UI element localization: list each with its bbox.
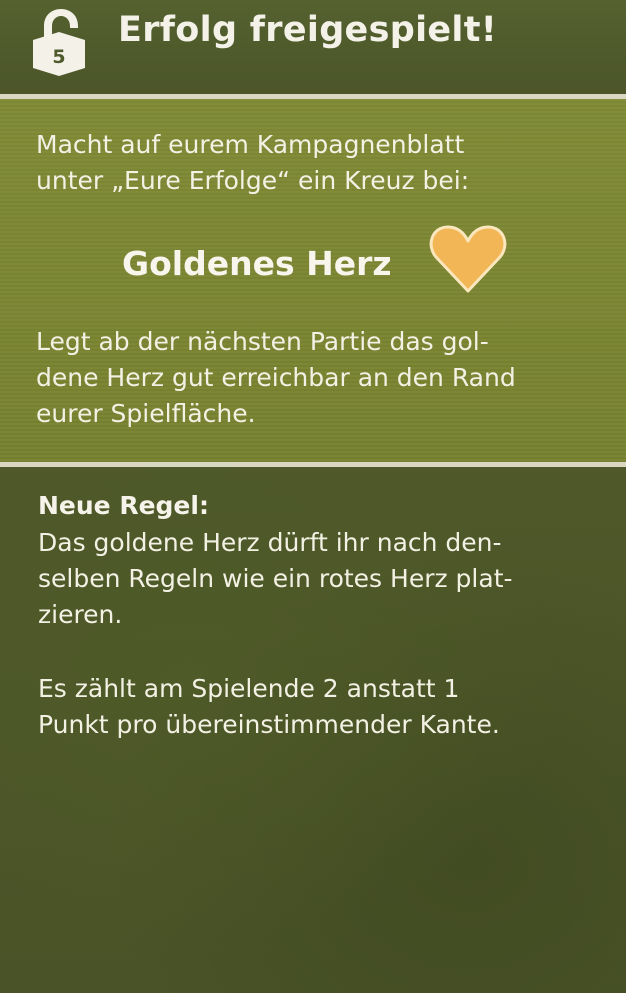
description-line: Legt ab der nächsten Partie das gol- bbox=[36, 327, 489, 356]
golden-heart-icon bbox=[428, 221, 508, 295]
new-rule-heading: Neue Regel: bbox=[38, 491, 209, 520]
achievement-description: Legt ab der nächsten Partie das gol- den… bbox=[36, 324, 596, 432]
description-line: eurer Spielfläche. bbox=[36, 399, 256, 428]
achievement-name: Goldenes Herz bbox=[122, 244, 392, 283]
rule-line: selben Regeln wie ein rotes Herz plat- bbox=[38, 564, 513, 593]
scoring-text: Es zählt am Spielende 2 anstatt 1 Punkt … bbox=[38, 671, 598, 743]
new-rule-panel: Neue Regel: Das goldene Herz dürft ihr n… bbox=[0, 467, 626, 993]
scoring-line: Punkt pro übereinstimmender Kante. bbox=[38, 710, 500, 739]
achievement-panel: Macht auf eurem Kampagnenblatt unter „Eu… bbox=[0, 99, 626, 462]
page-title: Erfolg freigespielt! bbox=[118, 10, 498, 50]
lock-number: 5 bbox=[52, 46, 66, 68]
new-rule-text: Das goldene Herz dürft ihr nach den- sel… bbox=[38, 525, 598, 633]
rule-line: zieren. bbox=[38, 600, 123, 629]
scoring-line: Es zählt am Spielende 2 anstatt 1 bbox=[38, 674, 460, 703]
card-header: 5 Erfolg freigespielt! bbox=[0, 0, 626, 94]
achievement-card: 5 Erfolg freigespielt! Macht auf eurem K… bbox=[0, 0, 626, 993]
unlocked-padlock-icon: 5 bbox=[30, 6, 94, 80]
description-line: dene Herz gut erreichbar an den Rand bbox=[36, 363, 516, 392]
rule-line: Das goldene Herz dürft ihr nach den- bbox=[38, 528, 502, 557]
intro-line: unter „Eure Erfolge“ ein Kreuz bei: bbox=[36, 166, 470, 195]
achievement-intro: Macht auf eurem Kampagnenblatt unter „Eu… bbox=[36, 127, 596, 199]
intro-line: Macht auf eurem Kampagnenblatt bbox=[36, 130, 465, 159]
